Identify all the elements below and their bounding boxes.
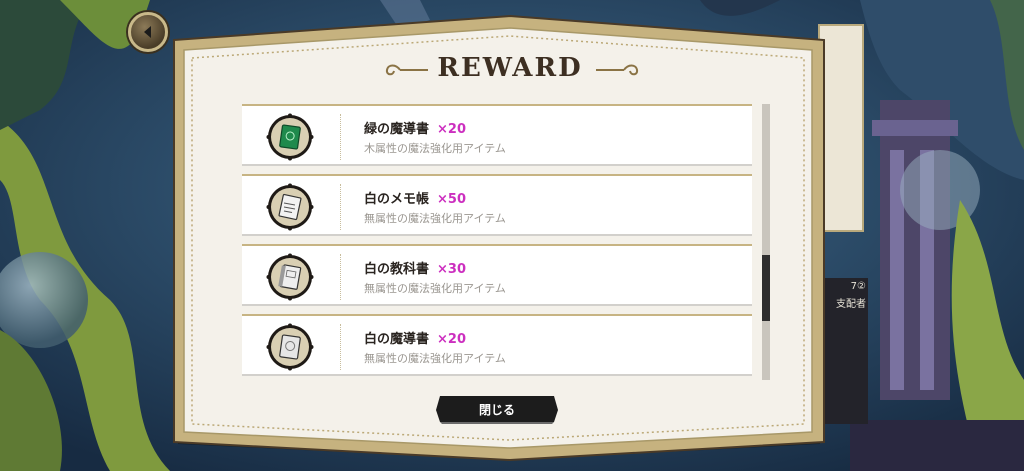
- reward-name: 白の教科書 ×30: [364, 258, 466, 277]
- reward-quantity: ×30: [437, 262, 466, 277]
- reward-name: 緑の魔導書 ×20: [364, 118, 466, 137]
- reward-description: 木属性の魔法強化用アイテム: [364, 142, 506, 155]
- close-button-label: 閉じる: [478, 402, 515, 417]
- reward-description: 無属性の魔法強化用アイテム: [364, 352, 506, 365]
- white-notepad-icon: [266, 183, 314, 231]
- background-panel: [818, 24, 864, 232]
- reward-name-text: 白の教科書: [364, 262, 430, 277]
- close-button[interactable]: 閉じる: [436, 396, 558, 424]
- reward-list[interactable]: 緑の魔導書 ×20 木属性の魔法強化用アイテム 白のメモ帳 ×50 無属性の魔法強化…: [242, 104, 752, 380]
- reward-name-text: 白の魔導書: [364, 332, 430, 347]
- scrollbar-thumb[interactable]: [762, 255, 770, 321]
- reward-row[interactable]: 緑の魔導書 ×20 木属性の魔法強化用アイテム: [242, 104, 752, 166]
- white-textbook-icon: [266, 253, 314, 301]
- reward-description: 無属性の魔法強化用アイテム: [364, 282, 506, 295]
- reward-row[interactable]: 白の教科書 ×30 無属性の魔法強化用アイテム: [242, 244, 752, 306]
- row-divider: [340, 114, 341, 160]
- reward-name: 白の魔導書 ×20: [364, 328, 466, 347]
- row-divider: [340, 184, 341, 230]
- row-divider: [340, 254, 341, 300]
- background-card-line: 支配者: [836, 299, 866, 310]
- title-ornament-right-icon: [596, 64, 639, 76]
- reward-quantity: ×50: [437, 192, 466, 207]
- reward-row[interactable]: 白のメモ帳 ×50 無属性の魔法強化用アイテム: [242, 174, 752, 236]
- back-button[interactable]: [128, 12, 168, 52]
- row-divider: [340, 324, 341, 370]
- reward-name-text: 緑の魔導書: [364, 122, 430, 137]
- white-spellbook-icon: [266, 323, 314, 371]
- reward-quantity: ×20: [437, 122, 466, 137]
- green-spellbook-icon: [266, 113, 314, 161]
- background-card-text: 7② 支配者: [822, 278, 866, 314]
- back-arrow-icon: [144, 26, 151, 38]
- background-card-line: 7②: [850, 281, 866, 292]
- list-scrollbar[interactable]: [762, 104, 770, 380]
- reward-name: 白のメモ帳 ×50: [364, 188, 466, 207]
- reward-name-text: 白のメモ帳: [364, 192, 430, 207]
- reward-row[interactable]: 白の魔導書 ×20 無属性の魔法強化用アイテム: [242, 314, 752, 376]
- reward-quantity: ×20: [437, 332, 466, 347]
- reward-description: 無属性の魔法強化用アイテム: [364, 212, 506, 225]
